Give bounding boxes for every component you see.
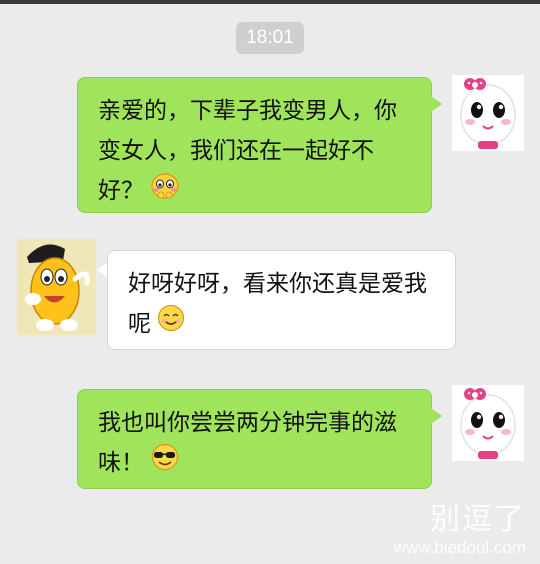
message-bubble-sent[interactable]: 我也叫你尝尝两分钟完事的滋味！ <box>77 389 432 489</box>
watermark-url: www.biedoul.com <box>393 538 526 557</box>
avatar[interactable] <box>17 239 96 335</box>
smile-emoji-icon <box>157 304 185 345</box>
avatar[interactable] <box>452 385 524 461</box>
cool-sunglasses-emoji-icon <box>150 443 180 484</box>
cartoon-girl-avatar-icon <box>460 388 516 459</box>
watermark-brand: 别逗了 <box>430 502 526 537</box>
watermark: 别逗了 www.biedoul.com <box>394 494 526 558</box>
cartoon-girl-avatar-icon <box>460 78 516 149</box>
message-bubble-sent[interactable]: 亲爱的，下辈子我变男人，你变女人，我们还在一起好不好？ <box>77 77 432 213</box>
message-text: 亲爱的，下辈子我变男人，你变女人，我们还在一起好不好？ <box>98 98 397 204</box>
bubble-tail <box>431 96 442 112</box>
message-bubble-received[interactable]: 好呀好呀，看来你还真是爱我呢 <box>107 250 456 350</box>
cartoon-bean-avatar-icon <box>25 244 90 331</box>
bubble-tail <box>431 408 442 424</box>
avatar[interactable] <box>452 75 524 151</box>
status-bar-edge <box>0 0 540 4</box>
timestamp-badge: 18:01 <box>236 22 304 54</box>
message-text: 我也叫你尝尝两分钟完事的滋味！ <box>98 410 397 476</box>
shy-blush-emoji-icon <box>150 171 180 212</box>
